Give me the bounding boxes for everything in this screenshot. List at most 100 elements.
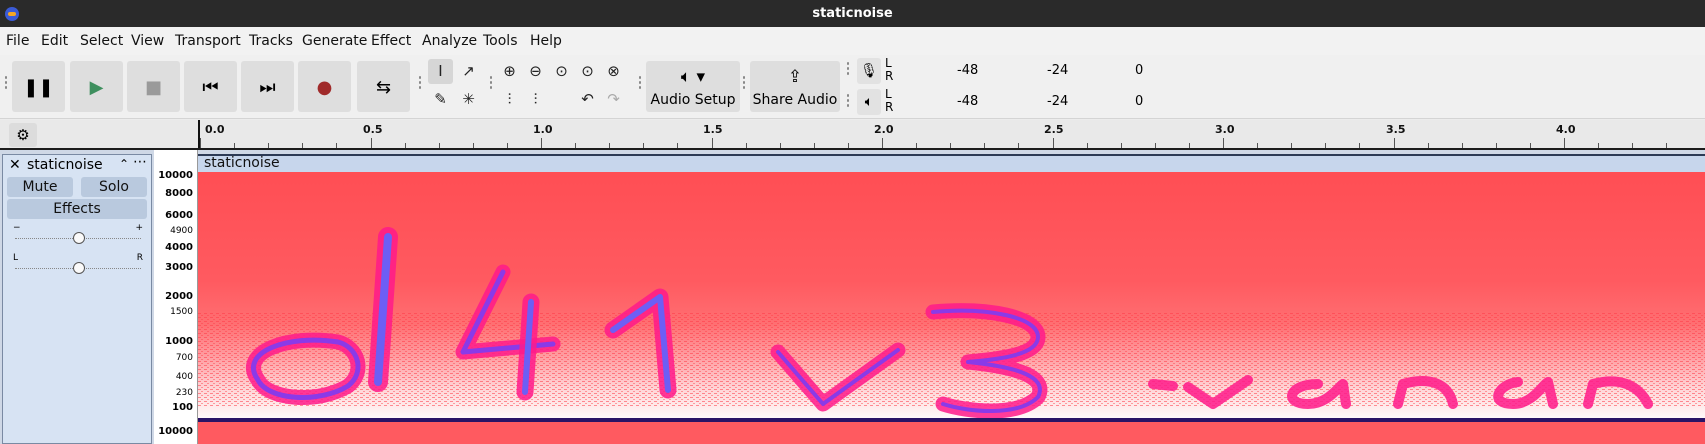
record-meter-channels: LR (885, 56, 894, 83)
gain-slider[interactable]: − + (13, 223, 143, 245)
zoom-out-button[interactable]: ⊖ (523, 59, 548, 84)
ruler-label: 1.5 (703, 123, 723, 136)
timeline[interactable]: 0.0 0.5 1.0 1.5 2.0 2.5 3.0 3.5 4.0 (198, 120, 1705, 148)
audio-setup-grip[interactable] (638, 75, 642, 89)
playback-meter[interactable]: 🔈︎ LR -48 -24 0 (857, 88, 1143, 116)
silence-button[interactable]: ⫶ (523, 87, 548, 112)
edit-grip[interactable] (489, 75, 493, 89)
track-control-panel[interactable]: ✕ staticnoise ⌃ ⋯ Mute Solo Effects − + … (2, 154, 152, 444)
record-meter-grip[interactable] (846, 61, 850, 75)
tools-grip[interactable] (418, 75, 422, 89)
menu-effect[interactable]: Effect (371, 33, 411, 49)
freq-label: 3000 (165, 262, 193, 273)
gear-icon[interactable]: ⚙ (9, 123, 37, 147)
track-name[interactable]: staticnoise (27, 157, 103, 173)
record-meter-tick: -48 (957, 63, 979, 78)
ruler-tick (711, 138, 713, 148)
ruler-label: 0.0 (205, 123, 225, 136)
pan-slider-knob[interactable] (73, 262, 85, 274)
pause-button[interactable]: ❚❚ (12, 61, 65, 112)
draw-tool-button[interactable]: ✎ (428, 87, 453, 112)
freq-label: 6000 (165, 210, 193, 221)
play-button[interactable]: ▶ (70, 61, 123, 112)
record-meter[interactable]: 🎙︎ LR -48 -24 0 (857, 56, 1143, 85)
spectrogram[interactable] (198, 172, 1705, 444)
share-audio-button[interactable]: ⇪ Share Audio (750, 61, 840, 112)
solo-button[interactable]: Solo (81, 177, 147, 197)
menu-help[interactable]: Help (530, 33, 562, 49)
ruler-tick (1359, 143, 1361, 148)
share-grip[interactable] (742, 75, 746, 89)
collapse-icon[interactable]: ⌃ (119, 157, 129, 171)
track-header: ✕ staticnoise ⌃ ⋯ (3, 154, 151, 175)
ruler-label: 3.0 (1215, 123, 1235, 136)
loop-button[interactable]: ⇆ (357, 61, 410, 112)
freq-label: 8000 (165, 188, 193, 199)
undo-button[interactable]: ↶ (575, 87, 600, 112)
audio-setup-button[interactable]: 🔈︎ ▾ Audio Setup (646, 61, 740, 112)
effects-button[interactable]: Effects (7, 199, 147, 219)
playback-meter-tick: -24 (1047, 94, 1069, 109)
fit-selection-icon: ⊙ (555, 62, 568, 80)
freq-label: 4900 (170, 226, 193, 236)
mute-button[interactable]: Mute (7, 177, 73, 197)
envelope-icon: ↗ (462, 62, 475, 80)
multi-tool-button[interactable]: ✳ (456, 87, 481, 112)
ruler-tick (1427, 143, 1429, 148)
zoom-in-button[interactable]: ⊕ (497, 59, 522, 84)
timeline-ruler[interactable]: ⚙ 0.0 0.5 1.0 1.5 2.0 2.5 3.0 3.5 4.0 (0, 120, 1705, 150)
audio-clip[interactable]: staticnoise (198, 154, 1705, 444)
menu-view[interactable]: View (131, 33, 164, 49)
silence-icon: ⫶ (533, 90, 538, 108)
fit-project-button[interactable]: ⊙ (575, 59, 600, 84)
zoom-toggle-button[interactable]: ⊗ (601, 59, 626, 84)
pan-slider[interactable]: L R (13, 253, 143, 275)
ruler-label: 1.0 (533, 123, 553, 136)
ruler-tick (438, 143, 440, 148)
gain-slider-knob[interactable] (73, 232, 85, 244)
frequency-scale[interactable]: 10000 8000 6000 4900 4000 3000 2000 1500… (154, 150, 198, 444)
menu-tools[interactable]: Tools (483, 33, 518, 49)
redo-button[interactable]: ↷ (601, 87, 626, 112)
close-icon[interactable]: ✕ (9, 157, 21, 173)
record-meter-scale: -48 -24 0 (897, 63, 1143, 78)
track-area: ✕ staticnoise ⌃ ⋯ Mute Solo Effects − + … (0, 150, 1705, 444)
menu-file[interactable]: File (6, 33, 29, 49)
speaker-icon[interactable]: 🔈︎ (857, 89, 881, 115)
menu-analyze[interactable]: Analyze (422, 33, 477, 49)
clip-title[interactable]: staticnoise (198, 154, 1705, 172)
fit-selection-button[interactable]: ⊙ (549, 59, 574, 84)
menu-edit[interactable]: Edit (41, 33, 68, 49)
menu-transport[interactable]: Transport (175, 33, 241, 49)
ruler-label: 2.0 (874, 123, 894, 136)
microphone-icon[interactable]: 🎙︎ (857, 58, 881, 84)
skip-to-end-icon: ⏭ (259, 77, 276, 98)
menu-generate[interactable]: Generate (302, 33, 367, 49)
speaker-dropdown-icon: 🔈︎ ▾ (680, 67, 706, 87)
selection-tool-button[interactable]: I (428, 59, 453, 84)
stop-button[interactable]: ■ (127, 61, 180, 112)
freq-label: 100 (172, 402, 193, 413)
fit-project-icon: ⊙ (581, 62, 594, 80)
ruler-tick (1291, 143, 1293, 148)
record-button[interactable]: ● (298, 61, 351, 112)
trim-button[interactable]: ⫶ (497, 87, 522, 112)
envelope-tool-button[interactable]: ↗ (456, 59, 481, 84)
menu-select[interactable]: Select (80, 33, 123, 49)
audio-setup-label: Audio Setup (650, 92, 736, 108)
more-options-icon[interactable]: ⋯ (133, 154, 147, 170)
ruler-tick (302, 143, 304, 148)
ruler-tick (472, 143, 474, 148)
zoom-in-icon: ⊕ (503, 62, 516, 80)
skip-to-start-button[interactable]: ⏮ (184, 61, 237, 112)
ruler-tick (1325, 143, 1327, 148)
playback-meter-grip[interactable] (846, 93, 850, 107)
toolbar-grip[interactable] (4, 75, 8, 89)
ruler-tick (1154, 143, 1156, 148)
ruler-tick (1018, 143, 1020, 148)
skip-to-end-button[interactable]: ⏭ (241, 61, 294, 112)
toolbar: ❚❚ ▶ ■ ⏮ ⏭ ● ⇆ I ↗ ✎ ✳ ⊕ ⊖ ⊙ ⊙ ⊗ ⫶ ⫶ ↶ ↷… (0, 55, 1705, 119)
menu-tracks[interactable]: Tracks (249, 33, 293, 49)
undo-icon: ↶ (581, 90, 594, 108)
ruler-tick (404, 143, 406, 148)
